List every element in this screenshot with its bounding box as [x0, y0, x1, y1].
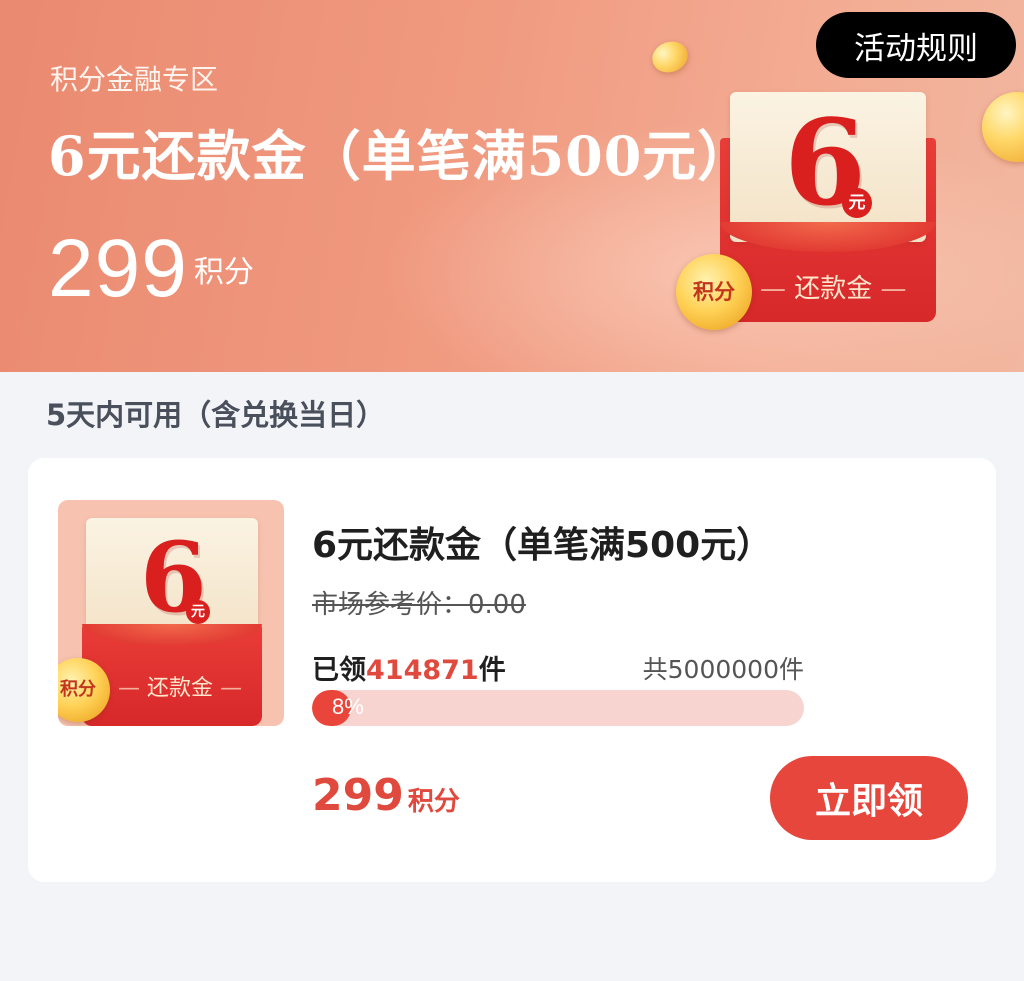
voucher-label: — 还款金 —: [760, 274, 907, 304]
product-price: 299 积分: [312, 770, 460, 821]
thumbnail-label: — 还款金 —: [118, 676, 243, 701]
floating-coin-icon: [647, 36, 693, 78]
banner-title: 6元还款金（单笔满500元）: [48, 124, 753, 188]
thumbnail-currency: 元: [186, 600, 210, 624]
voucher-envelope-illustration: 6 元 — 还款金 —: [720, 92, 940, 322]
points-coin-icon: 积分: [676, 254, 752, 330]
validity-text: 5天内可用（含兑换当日）: [46, 398, 386, 432]
claimed-number: 414871: [366, 655, 479, 686]
product-card: 6 元 — 还款金 — 积分 6元还款金（单笔满500元） 市场参考价：0.00…: [28, 458, 996, 882]
claim-now-button[interactable]: 立即领: [770, 756, 968, 840]
header-banner: 积分金融专区 6元还款金（单笔满500元） 299 积分 6 元 — 还款金 — …: [0, 0, 1024, 372]
activity-rules-button[interactable]: 活动规则: [816, 12, 1016, 78]
banner-price-value: 299: [48, 223, 188, 314]
total-stock: 共5000000件: [642, 655, 804, 684]
voucher-currency: 元: [842, 188, 872, 218]
banner-price-unit: 积分: [193, 255, 254, 290]
claim-progress-bar: 8%: [312, 690, 804, 726]
product-price-value: 299: [312, 770, 404, 821]
market-reference-price: 市场参考价：0.00: [312, 590, 526, 620]
product-title: 6元还款金（单笔满500元）: [312, 525, 773, 566]
product-price-unit: 积分: [407, 787, 460, 817]
zone-label: 积分金融专区: [50, 63, 219, 96]
progress-text: 8%: [332, 694, 364, 719]
claimed-count: 已领414871件: [312, 655, 506, 686]
banner-price: 299 积分: [48, 222, 254, 316]
product-thumbnail: 6 元 — 还款金 — 积分: [58, 500, 284, 726]
